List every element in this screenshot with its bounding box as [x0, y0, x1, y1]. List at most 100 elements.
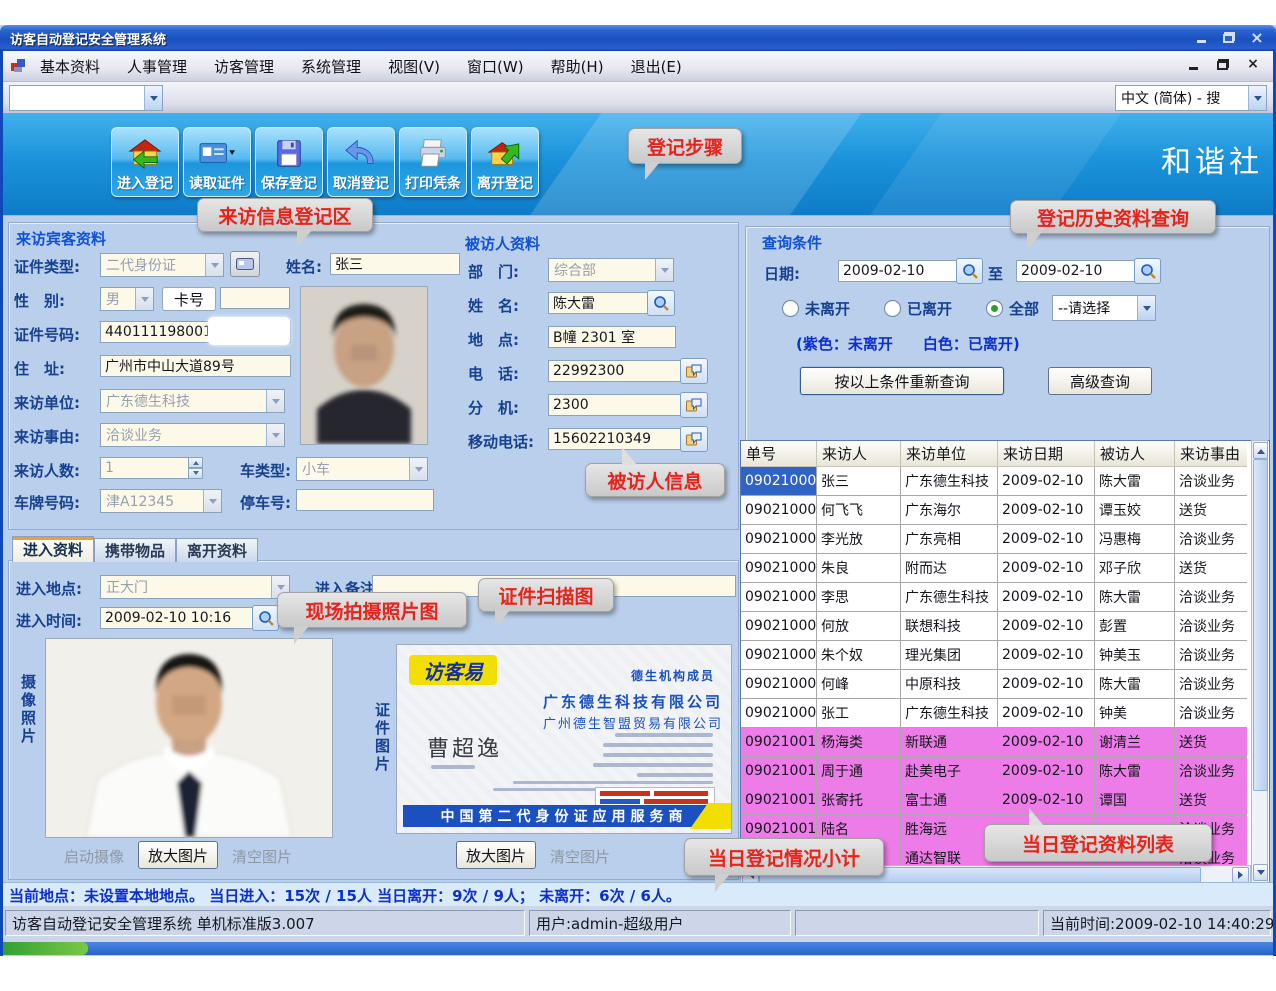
visit-reason-combobox[interactable]: 洽谈业务 [100, 423, 285, 447]
menu-system[interactable]: 系统管理 [301, 56, 361, 77]
save-registration-button[interactable]: 保存登记 [255, 127, 323, 197]
menu-view[interactable]: 视图(V) [388, 56, 440, 77]
requery-button[interactable]: 按以上条件重新查询 [800, 367, 1004, 395]
quantity-stepper[interactable] [188, 457, 203, 479]
tab-entry-info[interactable]: 进入资料 [12, 536, 94, 562]
col-header-date[interactable]: 来访日期 [998, 441, 1095, 467]
advanced-query-button[interactable]: 高级查询 [1048, 367, 1152, 395]
col-header-id[interactable]: 单号 [741, 441, 817, 467]
table-row[interactable]: 090210009张工广东德生科技2009-02-10钟美洽谈业务 [741, 699, 1269, 728]
date-to-field[interactable]: 2009-02-10 [1016, 260, 1140, 282]
card-reader-button[interactable] [230, 251, 260, 277]
menu-basic-data[interactable]: 基本资料 [40, 56, 100, 77]
visited-name-field[interactable]: 陈大雷 [548, 292, 652, 314]
zoom-card-button[interactable]: 放大图片 [456, 841, 536, 869]
print-receipt-icon [416, 137, 450, 171]
entry-time-field[interactable]: 2009-02-10 10:16 [100, 607, 258, 629]
clear-card-button[interactable]: 清空图片 [542, 843, 618, 869]
table-header[interactable]: 单号 来访人 来访单位 来访日期 被访人 来访事由 [741, 441, 1269, 467]
menu-window[interactable]: 窗口(W) [467, 56, 524, 77]
table-row[interactable]: 090210001张三广东德生科技2009-02-10陈大雷洽谈业务 [741, 467, 1269, 496]
radio-left[interactable]: 已离开 [884, 298, 952, 319]
dept-combobox[interactable]: 综合部 [548, 258, 674, 282]
mobile-field[interactable]: 15602210349 [548, 428, 682, 450]
registry-table[interactable]: 单号 来访人 来访单位 来访日期 被访人 来访事由 090210001张三广东德… [740, 440, 1270, 886]
entry-time-picker-button[interactable] [252, 605, 279, 631]
scrollbar-thumb[interactable] [1253, 459, 1268, 791]
cancel-registration-button[interactable]: 取消登记 [327, 127, 395, 197]
menu-help[interactable]: 帮助(H) [551, 56, 604, 77]
location-field[interactable]: B幢 2301 室 [548, 326, 676, 348]
menu-visitor[interactable]: 访客管理 [214, 56, 274, 77]
col-header-reason[interactable]: 来访事由 [1175, 441, 1247, 467]
statusbar-user: 用户:admin-超级用户 [529, 910, 791, 936]
table-row[interactable]: 090210010杨海类新联通2009-02-10谢清兰送货 [741, 728, 1269, 757]
call-ext-button[interactable] [680, 392, 708, 418]
table-row[interactable]: 090210005李思广东德生科技2009-02-10陈大雷洽谈业务 [741, 583, 1269, 612]
leave-registration-button[interactable]: 离开登记 [471, 127, 539, 197]
table-row[interactable]: 090210004朱良附而达2009-02-10邓子欣送货 [741, 554, 1269, 583]
gender-combobox[interactable]: 男 [100, 287, 154, 311]
table-row[interactable]: 090210007朱个奴理光集团2009-02-10钟美玉洽谈业务 [741, 641, 1269, 670]
card-number-field[interactable] [220, 287, 290, 309]
menu-exit[interactable]: 退出(E) [631, 56, 682, 77]
tab-carried-items[interactable]: 携带物品 [94, 538, 176, 562]
enter-registration-button[interactable]: 进入登记 [111, 127, 179, 197]
col-header-host[interactable]: 被访人 [1095, 441, 1175, 467]
card-number-button[interactable]: 卡号 [162, 287, 216, 311]
quick-select-combobox[interactable] [9, 85, 163, 111]
cert-type-label: 证件类型: [14, 256, 80, 277]
tab-leave-info[interactable]: 离开资料 [176, 538, 258, 562]
date-from-picker-button[interactable] [956, 258, 983, 284]
date-from-field[interactable]: 2009-02-10 [838, 260, 962, 282]
date-to-picker-button[interactable] [1134, 258, 1161, 284]
scroll-up-icon[interactable] [1253, 442, 1268, 459]
start-camera-button[interactable]: 启动摄像 [56, 843, 132, 869]
vertical-scrollbar[interactable] [1251, 440, 1268, 883]
col-header-company[interactable]: 来访单位 [901, 441, 998, 467]
cert-type-combobox[interactable]: 二代身份证 [100, 253, 224, 277]
search-icon [962, 263, 978, 279]
plate-combobox[interactable]: 津A12345 [100, 489, 222, 513]
address-field[interactable]: 广州市中山大道89号 [100, 355, 291, 377]
phone-field[interactable]: 22992300 [548, 360, 682, 382]
table-row[interactable]: 090210002何飞飞广东海尔2009-02-10谭玉姣送货 [741, 496, 1269, 525]
table-row[interactable]: 090210012张寄托富士通2009-02-10谭国送货 [741, 786, 1269, 815]
close-icon[interactable]: × [1248, 29, 1266, 45]
chevron-down-icon [655, 259, 673, 281]
table-row[interactable]: 090210011周于通赴美电子2009-02-10陈大雷洽谈业务 [741, 757, 1269, 786]
clear-photo-button[interactable]: 清空图片 [224, 843, 300, 869]
mdi-close-icon[interactable]: × [1245, 56, 1261, 72]
scroll-right-icon[interactable] [1232, 867, 1249, 883]
language-selector[interactable]: 中文 (简体) - 搜 [1115, 85, 1267, 111]
minimize-icon[interactable] [1192, 29, 1210, 45]
table-row[interactable]: 090210003李光放广东亮相2009-02-10冯惠梅洽谈业务 [741, 525, 1269, 554]
restore-icon[interactable] [1220, 29, 1238, 45]
visitor-count-field[interactable]: 1 [100, 457, 196, 479]
parking-field[interactable] [296, 489, 434, 511]
menu-hr[interactable]: 人事管理 [127, 56, 187, 77]
lookup-person-button[interactable] [647, 290, 675, 316]
read-id-card-button[interactable]: 读取证件 [183, 127, 251, 197]
vehicle-type-combobox[interactable]: 小车 [296, 457, 428, 481]
table-row[interactable]: 090210006何放联想科技2009-02-10彭置洽谈业务 [741, 612, 1269, 641]
visit-company-combobox[interactable]: 广东德生科技 [100, 389, 285, 413]
mobile-label: 移动电话: [468, 431, 534, 452]
zoom-photo-button[interactable]: 放大图片 [138, 841, 218, 869]
call-mobile-button[interactable] [680, 426, 708, 452]
window-border-left [0, 49, 3, 956]
col-header-visitor[interactable]: 来访人 [817, 441, 901, 467]
ext-field[interactable]: 2300 [548, 394, 682, 416]
scroll-down-icon[interactable] [1253, 864, 1268, 881]
radio-all[interactable]: 全部 [986, 298, 1039, 319]
query-select-combobox[interactable]: --请选择 [1052, 295, 1156, 321]
entry-location-combobox[interactable]: 正大门 [100, 575, 290, 599]
entry-location-label: 进入地点: [16, 578, 82, 599]
table-row[interactable]: 090210008何峰中原科技2009-02-10陈大雷洽谈业务 [741, 670, 1269, 699]
radio-not-left[interactable]: 未离开 [782, 298, 850, 319]
mdi-minimize-icon[interactable] [1185, 56, 1201, 72]
print-receipt-button[interactable]: 打印凭条 [399, 127, 467, 197]
call-phone-button[interactable] [680, 358, 708, 384]
visitor-name-field[interactable]: 张三 [330, 253, 460, 275]
mdi-restore-icon[interactable] [1215, 56, 1231, 72]
